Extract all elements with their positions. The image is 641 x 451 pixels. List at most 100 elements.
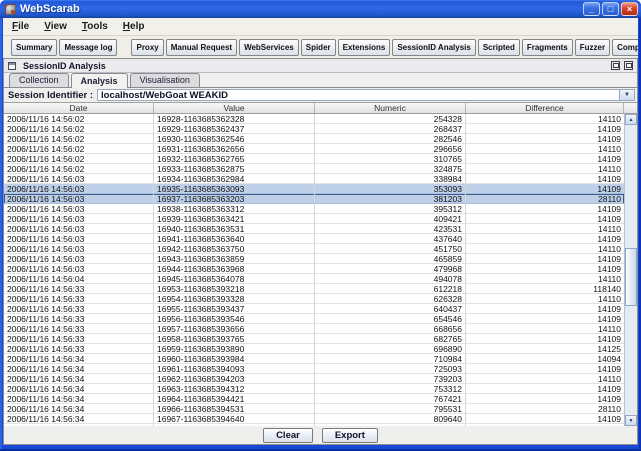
minimize-button[interactable]: _	[583, 2, 600, 16]
chevron-down-icon[interactable]: ▼	[619, 90, 634, 100]
table-cell: 254328	[315, 114, 466, 124]
frame-maximize-icon[interactable]	[624, 61, 633, 70]
table-cell: 16940-1163685363531	[154, 224, 315, 234]
table-row[interactable]: 2006/11/16 14:56:3416968-116368539475082…	[4, 424, 624, 426]
scroll-down-icon[interactable]: ▼	[625, 415, 637, 426]
table-cell: 28110	[466, 404, 624, 414]
menu-item-file[interactable]: File	[12, 21, 29, 32]
table-row[interactable]: 2006/11/16 14:56:3316955-116368539343764…	[4, 304, 624, 314]
column-header-date[interactable]: Date	[4, 103, 154, 113]
column-header-numeric[interactable]: Numeric	[315, 103, 466, 113]
table-row[interactable]: 2006/11/16 14:56:3416964-116368539442176…	[4, 394, 624, 404]
maximize-button[interactable]: □	[602, 2, 619, 16]
column-header-difference[interactable]: Difference	[466, 103, 624, 113]
tab-visualisation[interactable]: Visualisation	[130, 73, 200, 87]
table-row[interactable]: 2006/11/16 14:56:0316937-116368536320338…	[4, 194, 624, 204]
table-cell: 14125	[466, 344, 624, 354]
sessionid-analysis-frame: SessionID Analysis CollectionAnalysisVis…	[3, 58, 638, 445]
toolbar-button-sessionid-analysis[interactable]: SessionID Analysis	[392, 39, 476, 56]
toolbar-button-message-log[interactable]: Message log	[59, 39, 117, 56]
table-row[interactable]: 2006/11/16 14:56:0316940-116368536353142…	[4, 224, 624, 234]
combobox-value: localhost/WebGoat WEAKID	[98, 90, 619, 101]
table-cell: 14109	[466, 154, 624, 164]
table-cell: 16962-1163685394203	[154, 374, 315, 384]
table-cell: 14110	[466, 424, 624, 426]
table-row[interactable]: 2006/11/16 14:56:0316942-116368536375045…	[4, 244, 624, 254]
table-row[interactable]: 2006/11/16 14:56:3416960-116368539398471…	[4, 354, 624, 364]
table-row[interactable]: 2006/11/16 14:56:0216930-116368536254628…	[4, 134, 624, 144]
table-cell: 296656	[315, 144, 466, 154]
table-cell: 437640	[315, 234, 466, 244]
table-row[interactable]: 2006/11/16 14:56:0316943-116368536385946…	[4, 254, 624, 264]
export-button[interactable]: Export	[322, 428, 378, 443]
table-cell: 16957-1163685393656	[154, 324, 315, 334]
table-row[interactable]: 2006/11/16 14:56:0216932-116368536276531…	[4, 154, 624, 164]
table-cell: 465859	[315, 254, 466, 264]
table-row[interactable]: 2006/11/16 14:56:3316954-116368539332862…	[4, 294, 624, 304]
table-cell: 16932-1163685362765	[154, 154, 315, 164]
toolbar-button-extensions[interactable]: Extensions	[338, 39, 391, 56]
table-cell: 282546	[315, 134, 466, 144]
column-header-value[interactable]: Value	[154, 103, 315, 113]
table-row[interactable]: 2006/11/16 14:56:0316935-116368536309335…	[4, 184, 624, 194]
menu-item-help[interactable]: Help	[123, 21, 145, 32]
table-cell: 14110	[466, 114, 624, 124]
table-row[interactable]: 2006/11/16 14:56:3316953-116368539321861…	[4, 284, 624, 294]
table-cell: 479968	[315, 264, 466, 274]
table-row[interactable]: 2006/11/16 14:56:0216929-116368536243726…	[4, 124, 624, 134]
table-row[interactable]: 2006/11/16 14:56:0216928-116368536232825…	[4, 114, 624, 124]
table-row[interactable]: 2006/11/16 14:56:3316958-116368539376568…	[4, 334, 624, 344]
clear-button[interactable]: Clear	[263, 428, 313, 443]
table-cell: 28110	[466, 194, 624, 204]
toolbar-button-spider[interactable]: Spider	[301, 39, 336, 56]
table-row[interactable]: 2006/11/16 14:56:0216933-116368536287532…	[4, 164, 624, 174]
table-row[interactable]: 2006/11/16 14:56:0316939-116368536342140…	[4, 214, 624, 224]
toolbar-button-scripted[interactable]: Scripted	[478, 39, 520, 56]
toolbar-button-compare[interactable]: Compare	[612, 39, 638, 56]
table-row[interactable]: 2006/11/16 14:56:3416963-116368539431275…	[4, 384, 624, 394]
table-row[interactable]: 2006/11/16 14:56:3316956-116368539354665…	[4, 314, 624, 324]
title-bar[interactable]: WebScarab _ □ ×	[0, 0, 641, 18]
tab-collection[interactable]: Collection	[9, 73, 69, 87]
table-cell: 2006/11/16 14:56:02	[4, 134, 154, 144]
table-row[interactable]: 2006/11/16 14:56:3316957-116368539365666…	[4, 324, 624, 334]
toolbar-button-fragments[interactable]: Fragments	[522, 39, 573, 56]
toolbar-button-manual-request[interactable]: Manual Request	[166, 39, 237, 56]
table-row[interactable]: 2006/11/16 14:56:0416945-116368536407849…	[4, 274, 624, 284]
table-cell: 395312	[315, 204, 466, 214]
table-row[interactable]: 2006/11/16 14:56:0316941-116368536364043…	[4, 234, 624, 244]
session-identifier-combobox[interactable]: localhost/WebGoat WEAKID ▼	[97, 89, 635, 101]
toolbar-button-webservices[interactable]: WebServices	[239, 39, 299, 56]
close-button[interactable]: ×	[621, 2, 638, 16]
tab-analysis[interactable]: Analysis	[71, 73, 128, 88]
table-row[interactable]: 2006/11/16 14:56:0216931-116368536265629…	[4, 144, 624, 154]
internal-frame-titlebar[interactable]: SessionID Analysis	[4, 59, 637, 73]
table-row[interactable]: 2006/11/16 14:56:3416967-116368539464080…	[4, 414, 624, 424]
menu-item-tools[interactable]: Tools	[82, 21, 108, 32]
table-cell: 14109	[466, 174, 624, 184]
vertical-scrollbar[interactable]: ▲ ▼	[624, 114, 637, 426]
table-cell: 795531	[315, 404, 466, 414]
table-cell: 2006/11/16 14:56:33	[4, 334, 154, 344]
frame-restore-icon[interactable]	[611, 61, 620, 70]
scroll-up-icon[interactable]: ▲	[625, 114, 637, 125]
table-row[interactable]: 2006/11/16 14:56:3416961-116368539409372…	[4, 364, 624, 374]
menu-item-view[interactable]: View	[44, 21, 67, 32]
table-row[interactable]: 2006/11/16 14:56:3416966-116368539453179…	[4, 404, 624, 414]
table-cell: 14110	[466, 294, 624, 304]
table-cell: 118140	[466, 284, 624, 294]
toolbar-button-summary[interactable]: Summary	[11, 39, 57, 56]
toolbar-button-proxy[interactable]: Proxy	[131, 39, 163, 56]
table-cell: 14109	[466, 204, 624, 214]
scrollbar-thumb[interactable]	[625, 248, 637, 306]
table-cell: 14109	[466, 314, 624, 324]
table-row[interactable]: 2006/11/16 14:56:3416962-116368539420373…	[4, 374, 624, 384]
toolbar-button-fuzzer[interactable]: Fuzzer	[575, 39, 610, 56]
table-row[interactable]: 2006/11/16 14:56:3316959-116368539389069…	[4, 344, 624, 354]
table-row[interactable]: 2006/11/16 14:56:0316944-116368536396847…	[4, 264, 624, 274]
table-row[interactable]: 2006/11/16 14:56:0316934-116368536298433…	[4, 174, 624, 184]
table-cell: 16964-1163685394421	[154, 394, 315, 404]
table-row[interactable]: 2006/11/16 14:56:0316938-116368536331239…	[4, 204, 624, 214]
table-cell: 2006/11/16 14:56:03	[4, 254, 154, 264]
table-cell: 14109	[466, 414, 624, 424]
